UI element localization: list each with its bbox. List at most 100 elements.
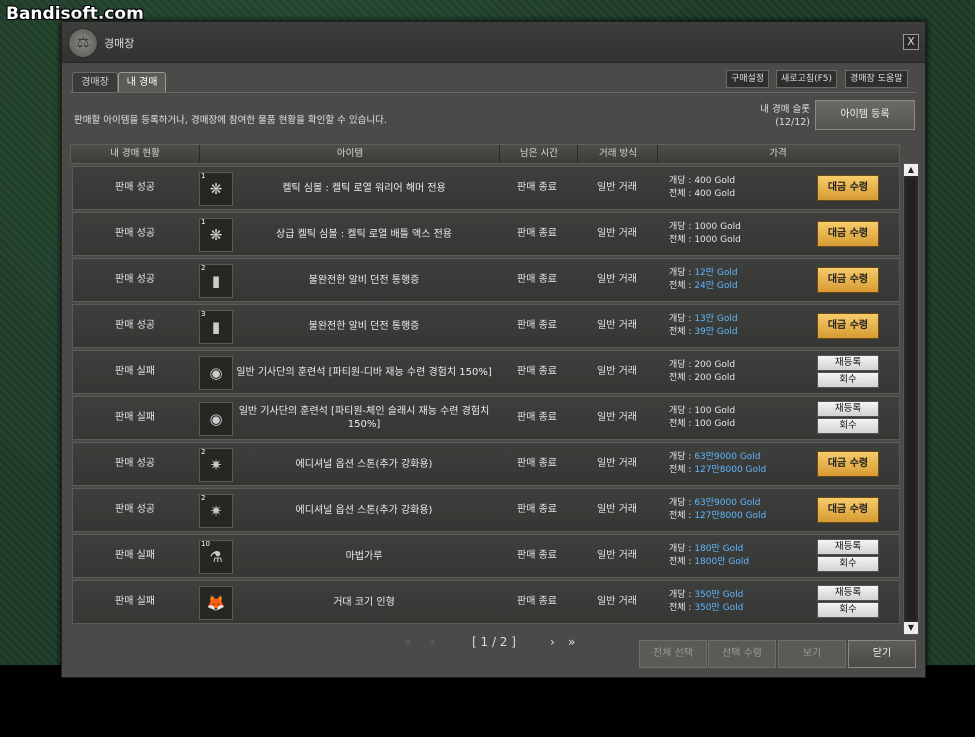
table-header: 내 경매 현황 아이템 남은 시간 거래 방식 가격 — [70, 144, 900, 164]
training-stone-icon: ◉ — [199, 356, 233, 390]
retrieve-button[interactable]: 회수 — [817, 556, 879, 572]
claim-payment-button[interactable]: 대금 수령 — [817, 175, 879, 201]
relist-button[interactable]: 재등록 — [817, 539, 879, 555]
item-name: 불완전한 알비 던전 통행증 — [233, 259, 495, 301]
item-glyph: ❋ — [209, 180, 223, 198]
tab-divider — [70, 92, 916, 93]
price-block: 개당 : 200 Gold 전체 : 200 Gold — [669, 359, 809, 385]
table-row[interactable]: 판매 성공 ▮ 2 불완전한 알비 던전 통행증 판매 종료 일반 거래 개당 : 12만 … — [72, 258, 900, 302]
remaining-time: 판매 종료 — [517, 274, 557, 285]
prev-page-icon[interactable]: ‹ — [430, 634, 435, 650]
claim-payment-button[interactable]: 대금 수령 — [817, 497, 879, 523]
price-each-value: 63만9000 Gold — [694, 452, 761, 462]
price-total: 전체 : 127만8000 Gold — [669, 510, 809, 523]
table-row[interactable]: 판매 성공 ✷ 2 에디셔널 옵션 스톤(추가 강화용) 판매 종료 일반 거래 개당 : … — [72, 442, 900, 486]
table-row[interactable]: 판매 실패 ⚗ 10 마법가루 판매 종료 일반 거래 개당 : 180만 Gold 전체 :… — [72, 534, 900, 578]
item-name: 켈틱 심볼 : 켈틱 로열 워리어 해머 전용 — [233, 167, 495, 209]
remaining-time: 판매 종료 — [517, 504, 557, 515]
relist-button[interactable]: 재등록 — [817, 585, 879, 601]
price-block: 개당 : 63만9000 Gold 전체 : 127만8000 Gold — [669, 497, 809, 523]
price-total-label: 전체 : — [669, 235, 695, 245]
price-total-value: 1000 Gold — [694, 235, 741, 245]
price-each-label: 개당 : — [669, 222, 695, 232]
trade-type: 일반 거래 — [597, 182, 637, 193]
remaining-time: 판매 종료 — [517, 182, 557, 193]
relist-button[interactable]: 재등록 — [817, 401, 879, 417]
description: 판매할 아이템을 등록하거나, 경매장에 참여한 물품 현황을 확인할 수 있습… — [74, 115, 387, 126]
tab-my-auction[interactable]: 내 경매 — [118, 72, 166, 93]
price-total: 전체 : 39만 Gold — [669, 326, 809, 339]
close-window-button[interactable]: 닫기 — [848, 640, 916, 668]
dungeon-pass-icon: ▮ 3 — [199, 310, 233, 344]
price-total-label: 전체 : — [669, 281, 695, 291]
next-page-icon[interactable]: › — [550, 634, 555, 650]
register-item-button[interactable]: 아이템 등록 — [815, 100, 915, 130]
auction-count-value: (12/12) — [775, 117, 810, 128]
select-all-button[interactable]: 전체 선택 — [639, 640, 707, 668]
price-each: 개당 : 350만 Gold — [669, 589, 809, 602]
scrollbar[interactable]: ▲ ▼ — [903, 163, 919, 635]
table-row[interactable]: 판매 실패 ◉ 일반 기사단의 훈련석 [파티원-체인 슬래시 재능 수련 경험치 … — [72, 396, 900, 440]
buy-settings-button[interactable]: 구매설정 — [726, 70, 770, 88]
col-price: 가격 — [769, 148, 787, 159]
price-total-value: 100 Gold — [694, 419, 736, 429]
claim-payment-button[interactable]: 대금 수령 — [817, 451, 879, 477]
relist-button[interactable]: 재등록 — [817, 355, 879, 371]
item-glyph: ◉ — [209, 410, 223, 428]
option-stone-icon: ✷ 2 — [199, 494, 233, 528]
close-button[interactable]: X — [903, 34, 919, 50]
help-button[interactable]: 경매장 도움말 — [845, 70, 908, 88]
item-name-text: 일반 기사단의 훈련석 [파티원-체인 슬래시 재능 수련 경험치 150%] — [238, 406, 490, 430]
price-each-value: 1000 Gold — [694, 222, 741, 232]
claim-payment-button[interactable]: 대금 수령 — [817, 221, 879, 247]
table-row[interactable]: 판매 성공 ❋ 1 켈틱 심볼 : 켈틱 로열 워리어 해머 전용 판매 종료 일반 거래… — [72, 166, 900, 210]
table-row[interactable]: 판매 실패 ◉ 일반 기사단의 훈련석 [파티원-디바 재능 수련 경험치 150%… — [72, 350, 900, 394]
item-glyph: ⚗ — [209, 548, 223, 566]
dungeon-pass-icon: ▮ 2 — [199, 264, 233, 298]
retrieve-button[interactable]: 회수 — [817, 418, 879, 434]
item-glyph: ❋ — [209, 226, 223, 244]
trade-type: 일반 거래 — [597, 320, 637, 331]
price-total: 전체 : 1000 Gold — [669, 234, 809, 247]
price-total-label: 전체 : — [669, 189, 695, 199]
price-block: 개당 : 12만 Gold 전체 : 24만 Gold — [669, 267, 809, 293]
item-name: 거대 코기 인형 — [233, 581, 495, 623]
scroll-up-icon[interactable]: ▲ — [904, 164, 918, 176]
last-page-icon[interactable]: » — [568, 634, 575, 650]
price-each-label: 개당 : — [669, 314, 695, 324]
item-name-text: 에디셔널 옵션 스톤(추가 강화용) — [295, 458, 433, 470]
price-block: 개당 : 13만 Gold 전체 : 39만 Gold — [669, 313, 809, 339]
scroll-down-icon[interactable]: ▼ — [904, 622, 918, 634]
retrieve-button[interactable]: 회수 — [817, 372, 879, 388]
price-block: 개당 : 100 Gold 전체 : 100 Gold — [669, 405, 809, 431]
claim-selected-button[interactable]: 선택 수령 — [708, 640, 776, 668]
view-button[interactable]: 보기 — [778, 640, 846, 668]
item-glyph: ▮ — [211, 318, 221, 336]
col-time: 남은 시간 — [501, 145, 578, 163]
rune-icon: ❋ 1 — [199, 172, 233, 206]
price-total: 전체 : 127만8000 Gold — [669, 464, 809, 477]
claim-payment-button[interactable]: 대금 수령 — [817, 313, 879, 339]
refresh-button[interactable]: 새로고침(F5) — [776, 70, 838, 88]
price-total-value: 127만8000 Gold — [694, 511, 767, 521]
tab-auction-house[interactable]: 경매장 — [72, 72, 118, 93]
price-total-value: 39만 Gold — [694, 327, 738, 337]
table-row[interactable]: 판매 성공 ✷ 2 에디셔널 옵션 스톤(추가 강화용) 판매 종료 일반 거래 개당 : … — [72, 488, 900, 532]
trade-type: 일반 거래 — [597, 274, 637, 285]
col-status: 내 경매 현황 — [71, 145, 200, 163]
claim-payment-button[interactable]: 대금 수령 — [817, 267, 879, 293]
price-each-value: 200 Gold — [694, 360, 736, 370]
price-total-label: 전체 : — [669, 557, 695, 567]
item-name-text: 에디셔널 옵션 스톤(추가 강화용) — [295, 504, 433, 516]
table-row[interactable]: 판매 성공 ❋ 1 상급 켈틱 심볼 : 켈틱 로열 배틀 액스 전용 판매 종료 일반 … — [72, 212, 900, 256]
table-row[interactable]: 판매 성공 ▮ 3 불완전한 알비 던전 통행증 판매 종료 일반 거래 개당 : 13만 … — [72, 304, 900, 348]
table-row[interactable]: 판매 실패 🦊 거대 코기 인형 판매 종료 일반 거래 개당 : 350만 Gold 전체… — [72, 580, 900, 624]
retrieve-button[interactable]: 회수 — [817, 602, 879, 618]
item-name-text: 켈틱 심볼 : 켈틱 로열 워리어 해머 전용 — [282, 182, 446, 194]
price-each: 개당 : 1000 Gold — [669, 221, 809, 234]
scroll-track[interactable] — [906, 178, 916, 620]
price-each-value: 350만 Gold — [694, 590, 744, 600]
remaining-time: 판매 종료 — [517, 550, 557, 561]
first-page-icon[interactable]: « — [404, 634, 411, 650]
price-each-value: 180만 Gold — [694, 544, 744, 554]
